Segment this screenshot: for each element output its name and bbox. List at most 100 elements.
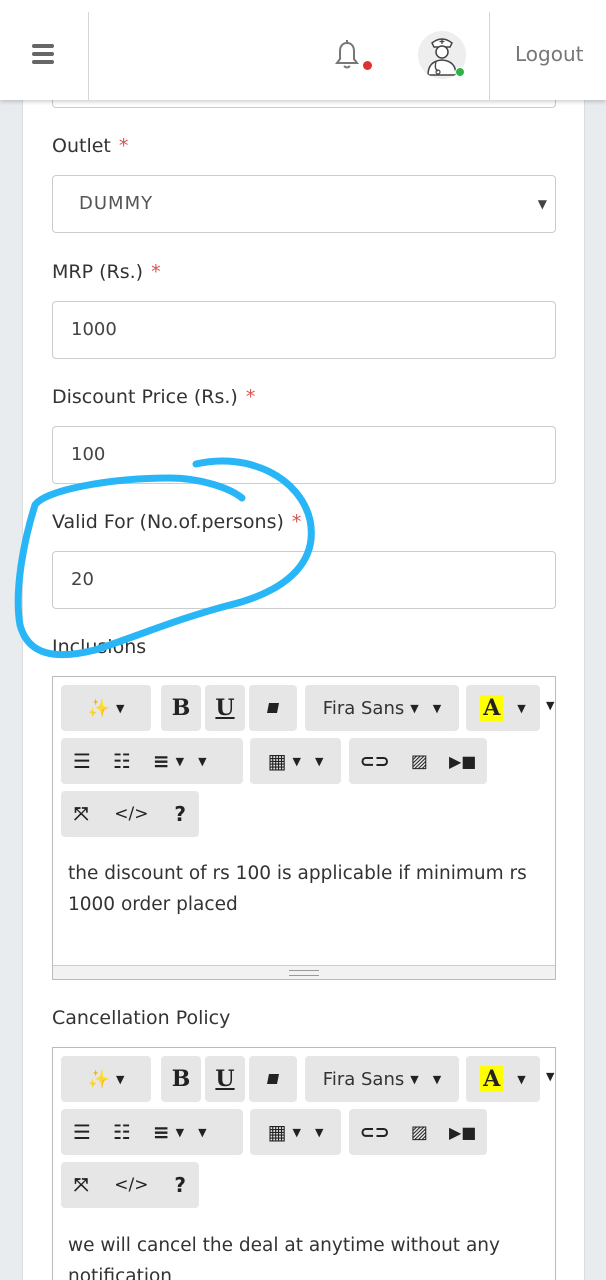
bold-button[interactable]: B [161,685,201,731]
inclusions-content[interactable]: the discount of rs 100 is applicable if … [68,858,543,920]
link-icon[interactable]: ⊂⊃ [360,751,390,772]
required-marker: * [291,511,302,533]
chevron-down-icon: ▼ [432,701,442,715]
numbered-list-icon[interactable]: ☷ [113,749,131,773]
text-color-button[interactable]: A ▼ [466,685,540,731]
chevron-down-icon: ▼ [198,754,207,768]
font-family-value: Fira Sans [322,1068,405,1090]
grip-icon [289,970,319,976]
align-icon[interactable]: ≡ [153,1120,170,1144]
chevron-down-icon: ▼ [175,754,185,768]
chevron-down-icon[interactable]: ▼ [546,1070,554,1083]
outlet-label-text: Outlet [52,135,111,157]
view-buttons-group: ⤧ </> ? [61,791,199,837]
view-buttons-group: ⤧ </> ? [61,1162,199,1208]
chevron-down-icon: ▼ [517,1072,526,1086]
magic-wand-icon: ✨ [87,1068,110,1090]
image-icon[interactable]: ▨ [411,751,428,772]
eraser-button[interactable] [249,1056,297,1102]
required-marker: * [151,261,161,283]
magic-wand-icon: ✨ [87,697,110,719]
fullscreen-icon[interactable]: ⤧ [74,1175,88,1196]
discount-price-input[interactable]: 100 [52,426,556,484]
notification-dot [363,61,372,70]
chevron-down-icon: ▼ [314,1125,324,1139]
chevron-down-icon: ▼ [292,754,301,768]
table-button[interactable]: ▦ ▼ ▼ [250,1109,341,1155]
chevron-down-icon: ▼ [115,1072,125,1086]
chevron-down-icon: ▼ [314,754,324,768]
outlet-label: Outlet * [52,135,128,157]
required-marker: * [118,135,129,157]
bullet-list-icon[interactable]: ☰ [73,749,91,773]
eraser-button[interactable] [249,685,297,731]
magic-wand-button[interactable]: ✨ ▼ [61,685,151,731]
table-icon: ▦ [267,1120,287,1144]
chevron-down-icon: ▼ [175,1125,185,1139]
link-icon[interactable]: ⊂⊃ [360,1122,390,1143]
fullscreen-icon[interactable]: ⤧ [74,804,88,825]
numbered-list-icon[interactable]: ☷ [113,1120,131,1144]
online-status-dot [455,67,465,77]
mrp-label-text: MRP (Rs.) [52,261,144,283]
insert-buttons-group: ⊂⊃ ▨ ▶■ [349,738,487,784]
help-button[interactable]: ? [174,1173,186,1197]
inclusions-editor[interactable]: ✨ ▼ B U Fira Sans ▼ ▼ A ▼ ▼ ☰ ☷ ≡ ▼ ▼ ▦ ▼ ▼ ⊂⊃… [52,676,556,980]
chevron-down-icon: ▼ [410,1072,419,1086]
mrp-input[interactable]: 1000 [52,301,556,359]
discount-price-label: Discount Price (Rs.) * [52,386,255,408]
chevron-down-icon[interactable]: ▼ [546,699,554,712]
code-view-button[interactable]: </> [114,804,148,824]
chevron-down-icon: ▼ [115,701,125,715]
font-family-select[interactable]: Fira Sans ▼ ▼ [305,685,459,731]
video-icon[interactable]: ▶■ [449,1123,476,1142]
divider [88,12,89,100]
magic-wand-button[interactable]: ✨ ▼ [61,1056,151,1102]
underline-button[interactable]: U [205,685,245,731]
resize-handle[interactable] [53,965,555,979]
chevron-down-icon: ▼ [517,701,526,715]
bold-button[interactable]: B [161,1056,201,1102]
text-color-button[interactable]: A ▼ [466,1056,540,1102]
video-icon[interactable]: ▶■ [449,752,476,771]
chevron-down-icon: ▼ [198,1125,207,1139]
cancellation-policy-editor[interactable]: ✨ ▼ B U Fira Sans ▼ ▼ A ▼ ▼ ☰ ☷ ≡ ▼ ▼ ▦ ▼ ▼ ⊂⊃… [52,1047,556,1280]
valid-for-label: Valid For (No.of.persons) * [52,511,301,533]
table-button[interactable]: ▦ ▼ ▼ [250,738,341,784]
outlet-select[interactable]: DUMMY ▼ [52,175,556,233]
chevron-down-icon: ▼ [537,197,547,211]
underline-button[interactable]: U [205,1056,245,1102]
logout-link[interactable]: Logout [515,42,583,66]
chevron-down-icon: ▼ [410,701,419,715]
list-buttons-group: ☰ ☷ ≡ ▼ ▼ [61,738,243,784]
eraser-icon [267,703,279,713]
cancellation-policy-label: Cancellation Policy [52,1007,231,1029]
bell-icon[interactable] [334,40,360,70]
font-family-value: Fira Sans [322,697,405,719]
list-buttons-group: ☰ ☷ ≡ ▼ ▼ [61,1109,243,1155]
image-icon[interactable]: ▨ [411,1122,428,1143]
mrp-label: MRP (Rs.) * [52,261,161,283]
insert-buttons-group: ⊂⊃ ▨ ▶■ [349,1109,487,1155]
font-family-select[interactable]: Fira Sans ▼ ▼ [305,1056,459,1102]
text-color-icon: A [480,695,504,721]
text-color-icon: A [480,1066,504,1092]
chevron-down-icon: ▼ [432,1072,442,1086]
divider [489,12,490,100]
bullet-list-icon[interactable]: ☰ [73,1120,91,1144]
eraser-icon [267,1074,279,1084]
required-marker: * [245,386,256,408]
top-bar: Logout [0,0,606,100]
cancellation-policy-content[interactable]: we will cancel the deal at anytime witho… [68,1230,543,1280]
valid-for-label-text: Valid For (No.of.persons) [52,511,284,533]
discount-price-label-text: Discount Price (Rs.) [52,386,238,408]
outlet-selected-value: DUMMY [79,193,154,214]
help-button[interactable]: ? [174,802,186,826]
chevron-down-icon: ▼ [292,1125,301,1139]
align-icon[interactable]: ≡ [153,749,170,773]
menu-icon[interactable] [32,44,54,64]
code-view-button[interactable]: </> [114,1175,148,1195]
table-icon: ▦ [267,749,287,773]
inclusions-label: Inclusions [52,636,147,658]
valid-for-input[interactable]: 20 [52,551,556,609]
